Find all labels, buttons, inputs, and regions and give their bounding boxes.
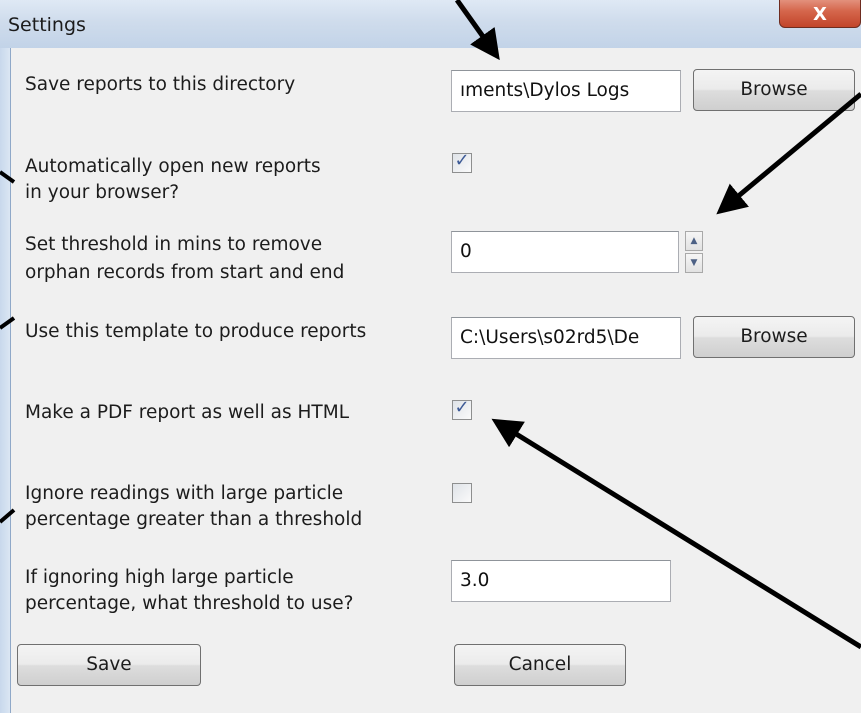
auto-open-checkbox[interactable]: ✓ xyxy=(452,150,472,173)
large-threshold-input[interactable]: 3.0 xyxy=(451,560,671,602)
title-bar: Settings xyxy=(0,0,861,49)
pdf-report-label: Make a PDF report as well as HTML xyxy=(25,402,350,423)
checkmark-icon: ✓ xyxy=(454,397,470,418)
ignore-large-label-line1: Ignore readings with large particle xyxy=(25,483,344,504)
window-frame-left xyxy=(0,48,10,713)
save-button[interactable]: Save xyxy=(17,644,201,686)
save-dir-label: Save reports to this directory xyxy=(25,74,296,95)
cancel-button[interactable]: Cancel xyxy=(454,644,626,686)
template-label: Use this template to produce reports xyxy=(25,321,367,342)
auto-open-label-line1: Automatically open new reports xyxy=(25,156,321,177)
ignore-large-label-line2: percentage greater than a threshold xyxy=(25,509,363,530)
pdf-report-checkbox[interactable]: ✓ xyxy=(452,397,472,420)
threshold-mins-label-line2: orphan records from start and end xyxy=(25,262,345,283)
save-dir-browse-button[interactable]: Browse xyxy=(693,69,855,111)
down-arrow-icon[interactable]: ▼ xyxy=(685,253,703,273)
template-browse-button[interactable]: Browse xyxy=(693,316,855,358)
threshold-mins-stepper[interactable]: ▲ ▼ xyxy=(685,231,703,273)
window-title: Settings xyxy=(8,14,86,36)
auto-open-label-line2: in your browser? xyxy=(25,182,180,203)
threshold-mins-label-line1: Set threshold in mins to remove xyxy=(25,234,323,255)
close-button[interactable]: X xyxy=(779,0,861,28)
large-threshold-label-line2: percentage, what threshold to use? xyxy=(25,593,354,614)
checkmark-icon: ✓ xyxy=(454,150,470,171)
threshold-mins-input[interactable]: 0 xyxy=(451,231,679,273)
settings-window: Settings X Save reports to this director… xyxy=(0,0,861,713)
settings-form: Save reports to this directory ıments\Dy… xyxy=(10,48,861,713)
large-threshold-label-line1: If ignoring high large particle xyxy=(25,567,294,588)
ignore-large-checkbox[interactable] xyxy=(452,483,472,503)
save-dir-input[interactable]: ıments\Dylos Logs xyxy=(451,70,681,112)
template-input[interactable]: C:\Users\s02rd5\De xyxy=(451,317,681,359)
close-icon: X xyxy=(813,4,827,25)
up-arrow-icon[interactable]: ▲ xyxy=(685,231,703,251)
